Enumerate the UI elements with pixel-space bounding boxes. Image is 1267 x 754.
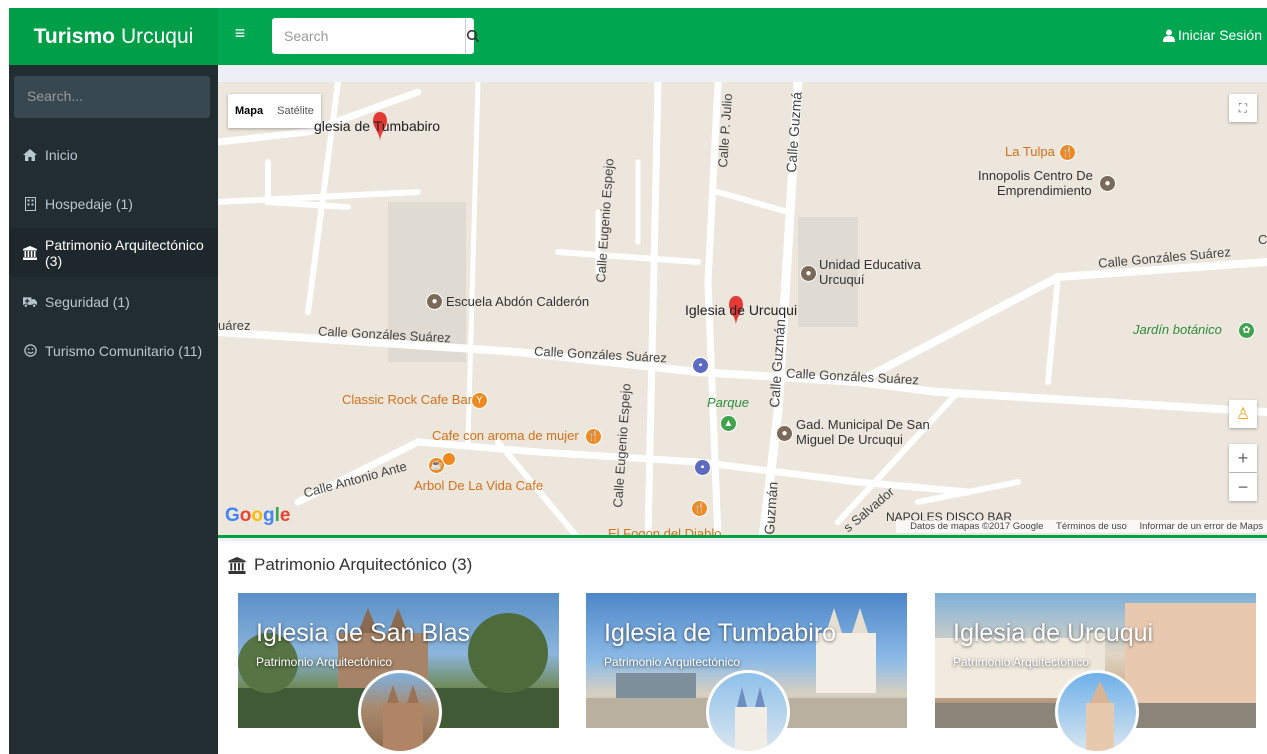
school-icon: ● [800, 265, 817, 282]
search-button[interactable] [465, 18, 480, 54]
sidebar-item-inicio[interactable]: Inicio [9, 130, 218, 179]
poi-label[interactable]: glesia de Tumbabiro [314, 118, 440, 134]
card-title: Iglesia de Urcuqui [953, 619, 1154, 647]
card-avatar-image [706, 670, 790, 754]
map-type-control: Mapa Satélite [228, 94, 321, 128]
section-title: Patrimonio Arquitectónico (3) [228, 555, 472, 575]
search-icon [466, 29, 480, 43]
card-subtitle: Patrimonio Arquitectónico [953, 655, 1090, 669]
card-title: Iglesia de San Blas [256, 619, 471, 647]
card-avatar-image [358, 670, 442, 754]
map-type-satellite-button[interactable]: Satélite [270, 105, 321, 117]
google-map[interactable]: Mapa Satélite ⛶ ♙ + − Calle Gonzáles Suá… [218, 82, 1267, 538]
bar-icon: Y [471, 392, 488, 409]
poi-label[interactable]: Gad. Municipal De San [796, 417, 930, 432]
brand-bold: Turismo [33, 24, 115, 48]
restaurant-icon: 🍴 [585, 428, 602, 445]
government-icon: ● [776, 425, 793, 442]
school-icon: ● [426, 293, 443, 310]
poi-label[interactable]: Unidad Educativa [819, 257, 921, 272]
building-icon [23, 196, 37, 211]
bus-stop-icon: ▪ [694, 459, 711, 476]
sidebar-item-label: Seguridad (1) [45, 293, 130, 310]
garden-icon: ✿ [1238, 322, 1255, 339]
card-title: Iglesia de Tumbabiro [604, 619, 837, 647]
poi-label[interactable]: Escuela Abdón Calderón [446, 294, 589, 309]
bank-icon [228, 556, 246, 574]
card-avatar-image [1055, 670, 1139, 754]
restaurant-icon: 🍴 [1059, 144, 1076, 161]
attribution-text: Datos de mapas ©2017 Google [910, 521, 1044, 532]
street-label: uárez [218, 318, 251, 333]
smile-icon [23, 344, 37, 358]
poi-label[interactable]: Arbol De La Vida Cafe [414, 478, 543, 493]
map-type-map-button[interactable]: Mapa [228, 105, 270, 117]
top-search-form [272, 18, 480, 54]
poi-label[interactable]: Miguel De Urcuqui [796, 432, 903, 447]
brand-logo[interactable]: Turismo Urcuqui [9, 8, 218, 65]
sidebar-item-label: Hospedaje (1) [45, 195, 133, 212]
terms-link[interactable]: Términos de uso [1056, 521, 1127, 532]
poi-label[interactable]: Emprendimiento [997, 183, 1092, 198]
poi-label[interactable]: Classic Rock Cafe Bar [342, 392, 472, 407]
card-subtitle: Patrimonio Arquitectónico [256, 655, 393, 669]
hamburger-menu-icon[interactable]: ≡ [230, 23, 250, 43]
signin-label: Iniciar Sesión [1177, 27, 1262, 43]
brand-rest: Urcuqui [120, 24, 194, 48]
place-card[interactable]: Iglesia de Tumbabiro Patrimonio Arquitec… [586, 593, 907, 754]
poi-label[interactable]: La Tulpa [1005, 144, 1055, 159]
navbar: ≡ Iniciar Sesión [218, 8, 1267, 65]
sidebar-item-patrimonio[interactable]: Patrimonio Arquitectónico (3) [9, 228, 218, 277]
main-content: Mapa Satélite ⛶ ♙ + − Calle Gonzáles Suá… [218, 65, 1267, 754]
poi-label[interactable]: Innopolis Centro De [978, 168, 1093, 183]
app-frame: Turismo Urcuqui ≡ Iniciar Sesión Search.… [9, 8, 1267, 754]
signin-link[interactable]: Iniciar Sesión [1162, 27, 1262, 43]
sidebar-item-seguridad[interactable]: Seguridad (1) [9, 277, 218, 326]
patrimonio-section: Patrimonio Arquitectónico (3) Iglesia de… [218, 541, 1267, 754]
zoom-out-button[interactable]: − [1229, 473, 1257, 501]
sidebar-item-hospedaje[interactable]: Hospedaje (1) [9, 179, 218, 228]
map-attribution: Datos de mapas ©2017 Google Términos de … [896, 520, 1267, 533]
section-title-text: Patrimonio Arquitectónico (3) [254, 555, 473, 574]
place-card[interactable]: Iglesia de San Blas Patrimonio Arquitect… [238, 593, 559, 754]
sidebar-item-turismo-comunitario[interactable]: Turismo Comunitario (11) [9, 326, 218, 375]
school-icon: ● [1099, 175, 1116, 192]
report-error-link[interactable]: Informar de un error de Maps [1139, 521, 1263, 532]
sidebar-item-label: Turismo Comunitario (11) [45, 342, 203, 359]
search-input[interactable] [272, 18, 465, 54]
bank-icon [23, 245, 37, 260]
poi-label[interactable]: Urcuquí [819, 272, 865, 287]
sidebar-search-input[interactable]: Search... [14, 76, 210, 118]
poi-label[interactable]: El Fogon del Diablo [608, 526, 721, 535]
sidebar-item-label: Inicio [45, 146, 78, 163]
sidebar-menu: Inicio Hospedaje (1) Patrimonio Arquitec… [9, 130, 218, 375]
restaurant-icon: 🍴 [691, 500, 708, 517]
sidebar-item-label: Patrimonio Arquitectónico (3) [45, 236, 204, 269]
place-card[interactable]: Iglesia de Urcuqui Patrimonio Arquitectó… [935, 593, 1256, 754]
sidebar: Search... Inicio Hospedaje (1) Patrimoni… [9, 65, 218, 754]
poi-label[interactable]: Iglesia de Urcuqui [685, 302, 797, 318]
poi-label[interactable]: Parque [707, 395, 749, 410]
card-subtitle: Patrimonio Arquitectónico [604, 655, 741, 669]
home-icon [23, 148, 37, 162]
street-view-pegman-icon[interactable]: ♙ [1229, 400, 1257, 428]
park-icon: ▲ [720, 415, 737, 432]
google-logo: Google [225, 505, 291, 526]
bus-stop-icon: ▪ [692, 357, 709, 374]
zoom-in-button[interactable]: + [1229, 444, 1257, 472]
cafe-icon [442, 452, 456, 466]
poi-label[interactable]: Cafe con aroma de mujer [432, 428, 579, 443]
ambulance-icon [23, 295, 37, 309]
poi-label[interactable]: Jardín botánico [1133, 322, 1222, 337]
fullscreen-icon[interactable]: ⛶ [1229, 94, 1257, 122]
user-icon [1162, 29, 1175, 42]
street-label: C [1258, 232, 1267, 247]
top-header: Turismo Urcuqui ≡ Iniciar Sesión [9, 8, 1267, 65]
